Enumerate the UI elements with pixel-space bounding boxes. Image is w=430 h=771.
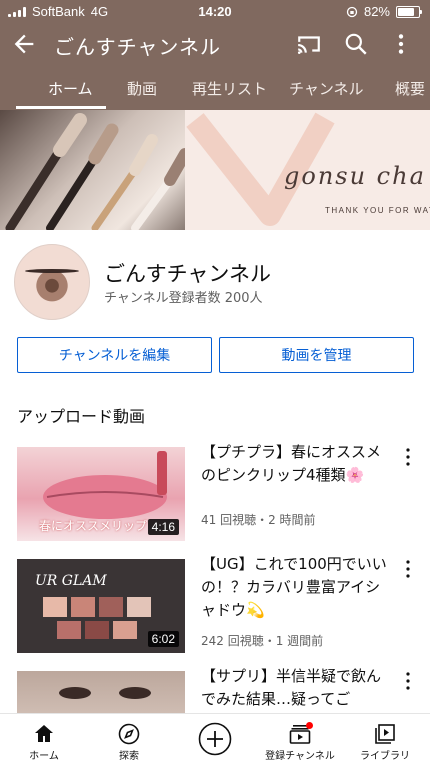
tab-videos[interactable]: 動画 (127, 78, 157, 99)
tab-about[interactable]: 概要 (395, 78, 425, 99)
battery-icon (396, 5, 422, 18)
bottom-navigation: ホーム 探索 登録チャンネル ライブラリ (0, 713, 430, 765)
banner-brand-text: gonsu cha (284, 162, 426, 190)
banner-tagline: THANK YOU FOR WATCHIN (325, 206, 430, 215)
video-title[interactable]: 【UG】これで100円でいいの！？カラバリ豊富アイシャドウ💫 (201, 553, 391, 622)
edit-channel-button[interactable]: チャンネルを編集 (17, 337, 212, 373)
video-meta: 41 回視聴・2 時間前 (201, 513, 316, 527)
nav-explore[interactable]: 探索 (89, 714, 169, 765)
home-icon (35, 725, 53, 742)
nav-library-label: ライブラリ (360, 751, 410, 762)
nav-explore-label: 探索 (119, 751, 139, 762)
nav-home[interactable]: ホーム (4, 714, 84, 765)
nav-subscriptions[interactable]: 登録チャンネル (260, 714, 340, 765)
battery-fill (398, 7, 415, 16)
nav-home-label: ホーム (29, 751, 59, 762)
video-thumbnail[interactable]: 春にオススメリップ 4:16 (17, 447, 185, 541)
status-bar: SoftBank 4G 14:20 82% (0, 0, 430, 24)
channel-banner: gonsu cha THANK YOU FOR WATCHIN (0, 110, 430, 230)
channel-title: ごんすチャンネル (54, 35, 221, 59)
video-more-icon[interactable] (404, 671, 412, 691)
top-bar: SoftBank 4G 14:20 82% ごんすチャンネル ホーム 動画 再生… (0, 0, 430, 110)
back-arrow-icon[interactable] (10, 30, 38, 58)
thumb-caption: 春にオススメリップ (39, 519, 148, 533)
explore-icon (118, 723, 140, 745)
tab-channels[interactable]: チャンネル (289, 78, 364, 99)
battery-percent: 82% (363, 4, 390, 19)
nav-create[interactable] (175, 714, 255, 765)
tab-playlists[interactable]: 再生リスト (192, 78, 267, 99)
video-duration: 4:16 (147, 519, 179, 535)
video-item[interactable]: UR GLAM 6:02 【UG】これで100円でいいの！？カラバリ豊富アイシャ… (0, 555, 430, 659)
video-more-icon[interactable] (404, 447, 412, 467)
notification-dot (306, 722, 313, 729)
nav-subscriptions-label: 登録チャンネル (265, 751, 335, 762)
banner-brushes-image (0, 110, 195, 230)
thumb-caption: UR GLAM (35, 573, 107, 589)
nav-library[interactable]: ライブラリ (345, 714, 425, 765)
video-more-icon[interactable] (404, 559, 412, 579)
channel-avatar (14, 244, 90, 320)
video-duration: 6:02 (147, 631, 179, 647)
channel-tabs: ホーム 動画 再生リスト チャンネル 概要 (0, 74, 430, 110)
brushes-icon (5, 113, 191, 230)
library-icon (375, 724, 395, 744)
active-tab-indicator (16, 106, 106, 109)
cast-icon[interactable] (296, 32, 322, 56)
video-item[interactable]: 春にオススメリップ 4:16 【プチプラ】春にオススメのピンクリップ4種類🌸 4… (0, 443, 430, 547)
channel-name: ごんすチャンネル (104, 262, 271, 286)
video-thumbnail[interactable]: UR GLAM 6:02 (17, 559, 185, 653)
status-right: 82% (346, 4, 422, 19)
subscriber-count: チャンネル登録者数 200人 (104, 291, 263, 306)
rotation-lock-icon (346, 6, 358, 17)
uploads-section-title: アップロード動画 (17, 407, 146, 426)
video-meta: 242 回視聴・1 週間前 (201, 634, 324, 648)
more-vert-icon[interactable] (392, 31, 410, 57)
video-title[interactable]: 【プチプラ】春にオススメのピンクリップ4種類🌸 (201, 441, 391, 487)
create-plus-icon (198, 722, 232, 756)
manage-videos-button[interactable]: 動画を管理 (219, 337, 414, 373)
search-icon[interactable] (343, 31, 369, 57)
app-bar: ごんすチャンネル (0, 24, 430, 64)
tab-home[interactable]: ホーム (48, 78, 93, 99)
video-title[interactable]: 【サプリ】半信半疑で飲んでみた結果…疑ってご (201, 665, 391, 711)
